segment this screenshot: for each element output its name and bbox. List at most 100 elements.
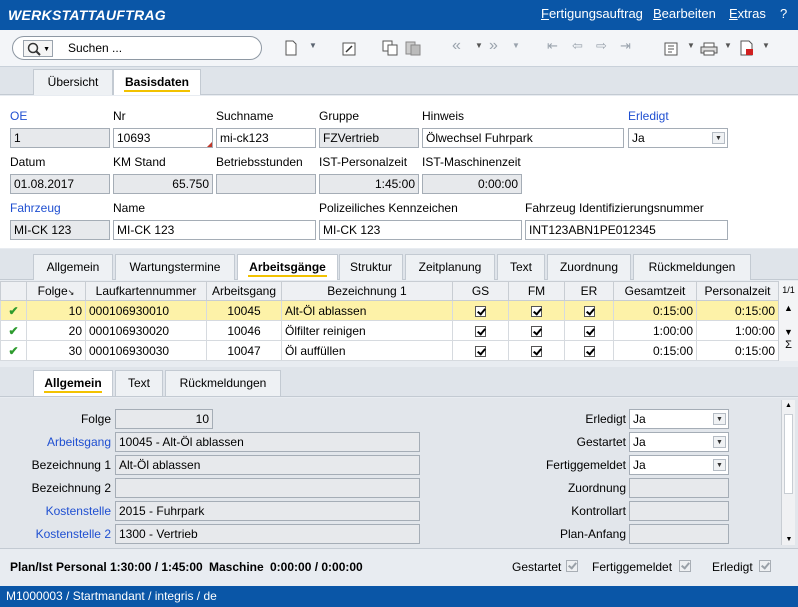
arbeitsgang-cell[interactable]: 10047 [206, 340, 282, 361]
fm-checkbox[interactable] [531, 345, 542, 357]
table-row[interactable]: ✔ 10 000106930010 10045 Alt-Öl ablassen … [0, 300, 779, 321]
gesamtzeit-cell[interactable]: 0:15:00 [613, 340, 697, 361]
column-header-gesamtzeit[interactable]: Gesamtzeit [613, 281, 697, 301]
laufkarte-cell[interactable]: 000106930020 [85, 320, 207, 341]
tab-arbeitsgaenge[interactable]: Arbeitsgänge [237, 254, 338, 280]
arbeitsgang-label[interactable]: Arbeitsgang [0, 435, 111, 449]
export-dropdown-icon[interactable]: ▼ [687, 41, 695, 59]
first-icon[interactable]: ⇤ [547, 38, 558, 56]
detail-tab-text[interactable]: Text [115, 370, 163, 396]
search-mode-dropdown[interactable]: ▼ [23, 40, 53, 57]
delete-dropdown-icon[interactable]: ▼ [762, 41, 770, 59]
menu-help[interactable]: ? [780, 6, 787, 21]
arbeitsgang-cell[interactable]: 10045 [206, 300, 282, 321]
fin-field[interactable]: INT123ABN1PE012345 [525, 220, 728, 240]
fm-cell[interactable] [508, 340, 565, 361]
ist-personalzeit-field[interactable]: 1:45:00 [319, 174, 419, 194]
fahrzeug-field[interactable]: MI-CK 123 [10, 220, 110, 240]
tab-wartungstermine[interactable]: Wartungstermine [115, 254, 235, 280]
search-box[interactable]: ▼ Suchen ... [12, 36, 262, 60]
forward-history-icon[interactable]: » [489, 37, 498, 55]
next-icon[interactable]: ⇨ [596, 38, 607, 56]
gesamtzeit-cell[interactable]: 0:15:00 [613, 300, 697, 321]
gesamtzeit-cell[interactable]: 1:00:00 [613, 320, 697, 341]
plan-anfang-field[interactable] [629, 524, 729, 544]
column-header-personalzeit[interactable]: Personalzeit [696, 281, 779, 301]
km-stand-field[interactable]: 65.750 [113, 174, 213, 194]
suchname-field[interactable]: mi-ck123 [216, 128, 316, 148]
erledigt-label[interactable]: Erledigt [628, 109, 669, 123]
bezeichnung-cell[interactable]: Alt-Öl ablassen [281, 300, 453, 321]
gestartet-select[interactable]: Ja ▼ [629, 432, 729, 452]
export-icon[interactable] [664, 40, 678, 58]
erledigt-select[interactable]: Ja ▼ [628, 128, 728, 148]
folge-cell[interactable]: 30 [26, 340, 86, 361]
gs-cell[interactable] [452, 340, 509, 361]
zuordnung-field[interactable] [629, 478, 729, 498]
table-row[interactable]: ✔ 20 000106930020 10046 Ölfilter reinige… [0, 320, 779, 341]
last-icon[interactable]: ⇥ [620, 38, 631, 56]
kontrollart-field[interactable] [629, 501, 729, 521]
menu-extras[interactable]: Extras [729, 6, 766, 21]
detail-tab-allgemein[interactable]: Allgemein [33, 370, 113, 396]
fm-checkbox[interactable] [531, 325, 542, 337]
tab-zeitplanung[interactable]: Zeitplanung [405, 254, 495, 280]
er-cell[interactable] [564, 300, 614, 321]
kennzeichen-field[interactable]: MI-CK 123 [319, 220, 522, 240]
sum-icon[interactable]: Σ [779, 339, 798, 351]
tab-struktur[interactable]: Struktur [339, 254, 403, 280]
er-checkbox[interactable] [583, 325, 595, 337]
kostenstelle2-label[interactable]: Kostenstelle 2 [0, 527, 111, 541]
menu-fertigungsauftrag[interactable]: Fertigungsauftrag [541, 6, 643, 21]
bezeichnung2-field[interactable] [115, 478, 420, 498]
tab-zuordnung[interactable]: Zuordnung [547, 254, 631, 280]
datum-field[interactable]: 01.08.2017 [10, 174, 110, 194]
gs-checkbox[interactable] [475, 325, 486, 337]
fm-cell[interactable] [508, 300, 565, 321]
scroll-up-icon[interactable]: ▲ [782, 400, 795, 409]
betriebsstunden-field[interactable] [216, 174, 316, 194]
er-cell[interactable] [564, 340, 614, 361]
gs-cell[interactable] [452, 320, 509, 341]
tab-basisdaten[interactable]: Basisdaten [113, 69, 201, 95]
tab-uebersicht[interactable]: Übersicht [33, 69, 113, 95]
kostenstelle-label[interactable]: Kostenstelle [0, 504, 111, 518]
tab-text[interactable]: Text [497, 254, 545, 280]
scroll-up-icon[interactable]: ▲ [779, 303, 798, 313]
folge-cell[interactable]: 10 [26, 300, 86, 321]
hinweis-field[interactable]: Ölwechsel Fuhrpark [422, 128, 624, 148]
forward-dropdown-icon[interactable]: ▼ [512, 41, 520, 59]
tab-allgemein[interactable]: Allgemein [33, 254, 113, 280]
column-header-arbeitsgang[interactable]: Arbeitsgang [206, 281, 282, 301]
bezeichnung-cell[interactable]: Öl auffüllen [281, 340, 453, 361]
gs-checkbox[interactable] [475, 305, 486, 317]
bezeichnung-cell[interactable]: Ölfilter reinigen [281, 320, 453, 341]
copy-icon[interactable] [382, 39, 398, 57]
er-checkbox[interactable] [583, 345, 595, 357]
gruppe-field[interactable]: FZVertrieb [319, 128, 419, 148]
detail-scrollbar[interactable]: ▲ ▼ [781, 400, 795, 545]
print-icon[interactable] [700, 40, 718, 58]
detail-erledigt-select[interactable]: Ja ▼ [629, 409, 729, 429]
column-header-bezeichnung[interactable]: Bezeichnung 1 [281, 281, 453, 301]
kostenstelle2-field[interactable]: 1300 - Vertrieb [115, 524, 420, 544]
paste-icon[interactable] [405, 39, 421, 57]
edit-icon[interactable] [342, 40, 356, 58]
arbeitsgang-field[interactable]: 10045 - Alt-Öl ablassen [115, 432, 420, 452]
column-header-folge[interactable]: Folge↘ [26, 281, 86, 301]
fm-checkbox[interactable] [531, 305, 542, 317]
ist-maschinenzeit-field[interactable]: 0:00:00 [422, 174, 522, 194]
column-header-fm[interactable]: FM [508, 281, 565, 301]
kostenstelle-field[interactable]: 2015 - Fuhrpark [115, 501, 420, 521]
laufkarte-cell[interactable]: 000106930010 [85, 300, 207, 321]
grid-scrollbar[interactable]: 1/1 ▲ ▼ Σ [778, 281, 798, 361]
oe-label[interactable]: OE [10, 109, 27, 123]
name-field[interactable]: MI-CK 123 [113, 220, 316, 240]
delete-icon[interactable] [740, 39, 754, 57]
new-dropdown-icon[interactable]: ▼ [309, 41, 317, 59]
column-header-er[interactable]: ER [564, 281, 614, 301]
tab-rueckmeldungen[interactable]: Rückmeldungen [633, 254, 751, 280]
nr-field[interactable]: 10693 [113, 128, 213, 148]
folge-cell[interactable]: 20 [26, 320, 86, 341]
column-header-gs[interactable]: GS [452, 281, 509, 301]
